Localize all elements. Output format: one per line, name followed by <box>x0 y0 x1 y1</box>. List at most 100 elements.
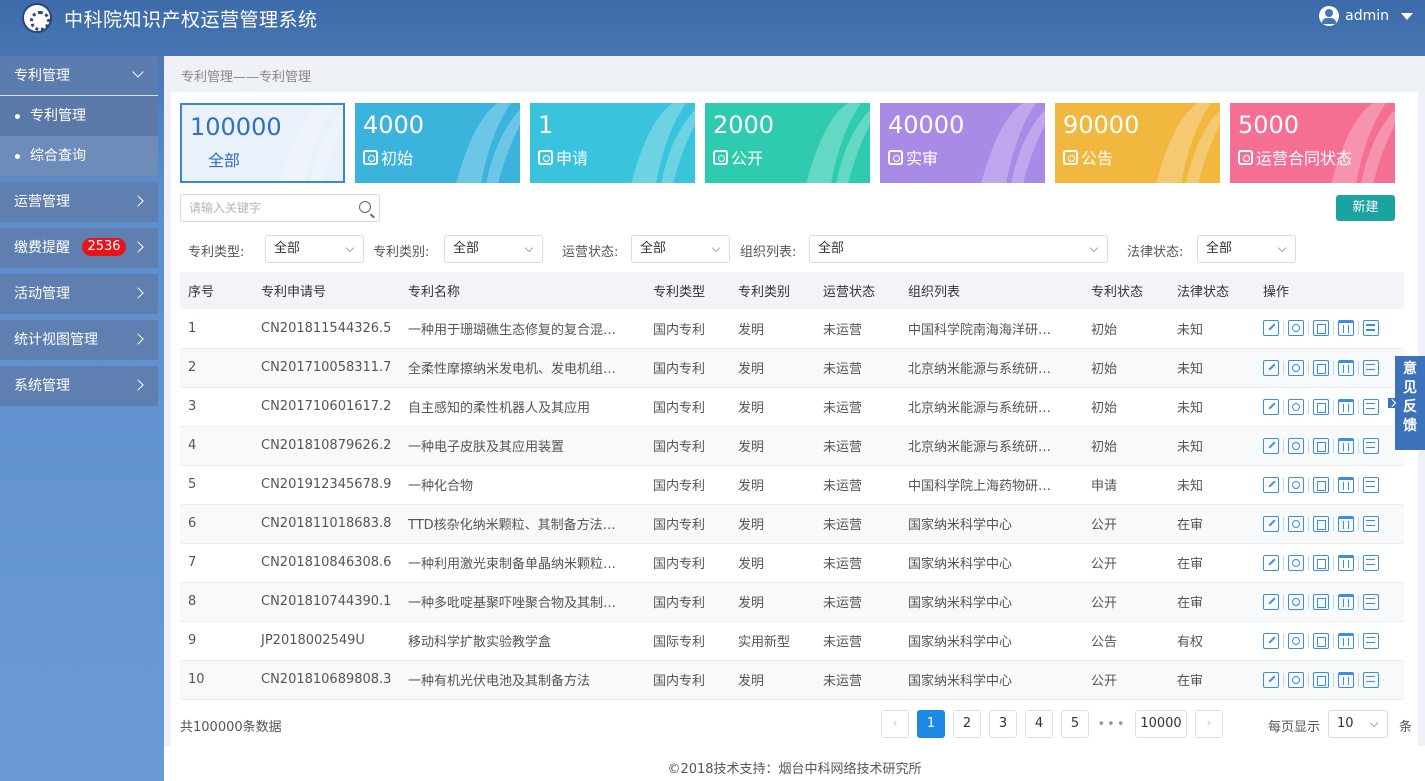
edit-icon[interactable] <box>1263 359 1279 376</box>
edit-icon[interactable] <box>1263 476 1279 493</box>
transfer-icon[interactable] <box>1363 398 1379 415</box>
status-card[interactable]: 40000 实审 <box>880 103 1045 183</box>
status-card[interactable]: 4000 初始 <box>355 103 520 183</box>
edit-icon[interactable] <box>1263 554 1279 571</box>
filter-select-organization[interactable]: 全部 <box>809 235 1108 263</box>
status-card[interactable]: 1 申请 <box>530 103 695 183</box>
sidebar-item-label: 活动管理 <box>14 286 70 302</box>
card-label-wrap: 全部 <box>208 147 240 171</box>
copy-icon[interactable] <box>1313 320 1329 337</box>
delete-icon[interactable] <box>1338 476 1354 493</box>
copy-icon[interactable] <box>1313 476 1329 493</box>
transfer-icon[interactable] <box>1363 593 1379 610</box>
transfer-icon[interactable] <box>1363 320 1379 337</box>
page-button[interactable]: 5 <box>1061 710 1089 738</box>
column-header: 专利申请号 <box>253 272 400 309</box>
filter-select-legal-status[interactable]: 全部 <box>1197 235 1296 263</box>
sidebar-item-system[interactable]: 系统管理 <box>0 366 158 406</box>
page-button[interactable]: 3 <box>989 710 1017 738</box>
prev-page-button[interactable]: ‹ <box>881 710 909 738</box>
filter-select-patent-type[interactable]: 全部 <box>265 235 364 263</box>
copy-icon[interactable] <box>1313 398 1329 415</box>
sidebar-subitem-comprehensive-query[interactable]: 综合查询 <box>0 136 158 176</box>
chevron-down-icon <box>1369 718 1379 728</box>
copy-icon[interactable] <box>1313 671 1329 688</box>
sidebar-item-payment-reminder[interactable]: 缴费提醒 2536 <box>0 228 158 268</box>
copy-icon[interactable] <box>1313 554 1329 571</box>
delete-icon[interactable] <box>1338 437 1354 454</box>
view-detail-icon[interactable] <box>1288 593 1304 610</box>
transfer-icon[interactable] <box>1363 515 1379 532</box>
delete-icon[interactable] <box>1338 632 1354 649</box>
table-cell: 一种多吡啶基聚吓唑聚合物及其制… <box>400 582 645 622</box>
page-ellipsis[interactable]: ••• <box>1097 717 1127 732</box>
view-detail-icon[interactable] <box>1288 320 1304 337</box>
view-detail-icon[interactable] <box>1288 671 1304 688</box>
search-icon[interactable] <box>359 201 371 213</box>
table-cell: 一种用于珊瑚礁生态修复的复合混… <box>400 309 645 349</box>
table-cell: CN201810744390.1 <box>253 582 400 622</box>
search-input[interactable] <box>181 195 351 221</box>
feedback-button[interactable]: 意 见 反 馈 <box>1388 356 1425 450</box>
table-cell: 未运营 <box>815 660 900 700</box>
view-detail-icon[interactable] <box>1288 398 1304 415</box>
sidebar-item-operations[interactable]: 运营管理 <box>0 182 158 222</box>
transfer-icon[interactable] <box>1363 359 1379 376</box>
copy-icon[interactable] <box>1313 437 1329 454</box>
view-detail-icon[interactable] <box>1288 632 1304 649</box>
per-page-select[interactable]: 10 <box>1328 710 1388 738</box>
view-detail-icon[interactable] <box>1288 437 1304 454</box>
sidebar-item-label: 专利管理 <box>14 68 70 84</box>
sidebar-item-patent-management[interactable]: 专利管理 <box>0 56 158 96</box>
transfer-icon[interactable] <box>1363 632 1379 649</box>
copy-icon[interactable] <box>1313 515 1329 532</box>
edit-icon[interactable] <box>1263 320 1279 337</box>
status-card[interactable]: 90000 公告 <box>1055 103 1220 183</box>
delete-icon[interactable] <box>1338 359 1354 376</box>
status-card[interactable]: 2000 公开 <box>705 103 870 183</box>
edit-icon[interactable] <box>1263 632 1279 649</box>
filter-select-operation-status[interactable]: 全部 <box>631 235 730 263</box>
transfer-icon[interactable] <box>1363 554 1379 571</box>
status-card[interactable]: 5000 运营合同状态 <box>1230 103 1395 183</box>
filter-select-patent-category[interactable]: 全部 <box>444 235 543 263</box>
user-menu[interactable]: admin <box>1319 6 1413 26</box>
delete-icon[interactable] <box>1338 515 1354 532</box>
edit-icon[interactable] <box>1263 515 1279 532</box>
page-button[interactable]: 4 <box>1025 710 1053 738</box>
action-separator <box>1308 594 1309 609</box>
sidebar-item-activities[interactable]: 活动管理 <box>0 274 158 314</box>
status-cards: 100000 全部 4000 初始 1 申请 2000 公开 40000 实审 90000 公告 500… <box>180 103 1395 183</box>
view-detail-icon[interactable] <box>1288 515 1304 532</box>
delete-icon[interactable] <box>1338 554 1354 571</box>
page-button[interactable]: 1 <box>917 710 945 738</box>
new-button[interactable]: 新建 <box>1336 195 1395 221</box>
copy-icon[interactable] <box>1313 593 1329 610</box>
delete-icon[interactable] <box>1338 671 1354 688</box>
sidebar-item-label: 缴费提醒 <box>14 240 70 256</box>
delete-icon[interactable] <box>1338 320 1354 337</box>
delete-icon[interactable] <box>1338 398 1354 415</box>
table-cell: 国内专利 <box>645 387 730 427</box>
last-page-button[interactable]: 10000 <box>1135 710 1187 738</box>
transfer-icon[interactable] <box>1363 671 1379 688</box>
edit-icon[interactable] <box>1263 593 1279 610</box>
page-button[interactable]: 2 <box>953 710 981 738</box>
next-page-button[interactable]: › <box>1195 710 1223 738</box>
view-detail-icon[interactable] <box>1288 359 1304 376</box>
table-cell: CN201810879626.2 <box>253 426 400 466</box>
copy-icon[interactable] <box>1313 632 1329 649</box>
user-avatar-icon <box>1319 6 1340 26</box>
view-detail-icon[interactable] <box>1288 476 1304 493</box>
sidebar-subitem-patent-management[interactable]: 专利管理 <box>0 96 158 136</box>
edit-icon[interactable] <box>1263 437 1279 454</box>
transfer-icon[interactable] <box>1363 437 1379 454</box>
copy-icon[interactable] <box>1313 359 1329 376</box>
status-card[interactable]: 100000 全部 <box>180 103 345 183</box>
transfer-icon[interactable] <box>1363 476 1379 493</box>
edit-icon[interactable] <box>1263 398 1279 415</box>
delete-icon[interactable] <box>1338 593 1354 610</box>
view-detail-icon[interactable] <box>1288 554 1304 571</box>
edit-icon[interactable] <box>1263 671 1279 688</box>
sidebar-item-statistics[interactable]: 统计视图管理 <box>0 320 158 360</box>
